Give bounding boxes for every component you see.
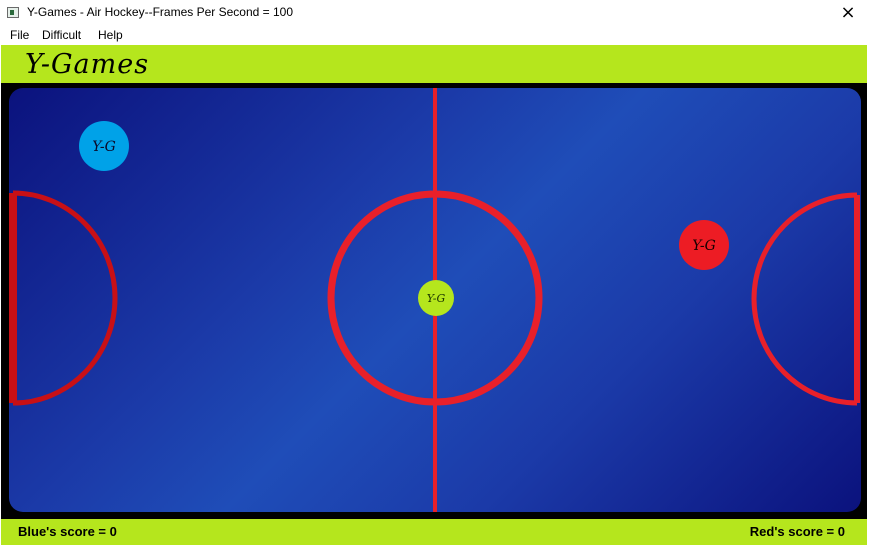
title-bar[interactable]: Y-Games - Air Hockey--Frames Per Second … xyxy=(0,0,870,26)
menu-file[interactable]: File xyxy=(10,28,29,42)
red-paddle-label: Y-G xyxy=(692,238,716,254)
menu-help[interactable]: Help xyxy=(98,28,123,42)
red-paddle: Y-G xyxy=(679,220,729,270)
blue-score: Blue's score = 0 xyxy=(18,524,117,539)
app-icon xyxy=(7,7,19,18)
blue-paddle[interactable]: Y-G xyxy=(79,121,129,171)
blue-paddle-label: Y-G xyxy=(92,139,116,155)
menu-bar: File Difficult Help xyxy=(0,26,870,45)
puck-label: Y-G xyxy=(427,292,446,305)
menu-difficult[interactable]: Difficult xyxy=(42,28,81,42)
brand-logo: Y-Games xyxy=(25,49,150,80)
close-button[interactable]: × xyxy=(826,0,870,26)
score-bar: Blue's score = 0 Red's score = 0 xyxy=(1,519,867,545)
puck: Y-G xyxy=(418,280,454,316)
brand-header: Y-Games xyxy=(1,45,867,83)
game-board: Y-G Y-G Y-G xyxy=(1,83,867,519)
hockey-rink[interactable]: Y-G Y-G Y-G xyxy=(9,88,861,512)
rink-markings: Y-G Y-G Y-G xyxy=(9,88,860,512)
left-goal-crease xyxy=(12,190,118,406)
window-title: Y-Games - Air Hockey--Frames Per Second … xyxy=(27,5,293,19)
right-goal-crease xyxy=(751,192,858,406)
red-score: Red's score = 0 xyxy=(749,524,845,539)
